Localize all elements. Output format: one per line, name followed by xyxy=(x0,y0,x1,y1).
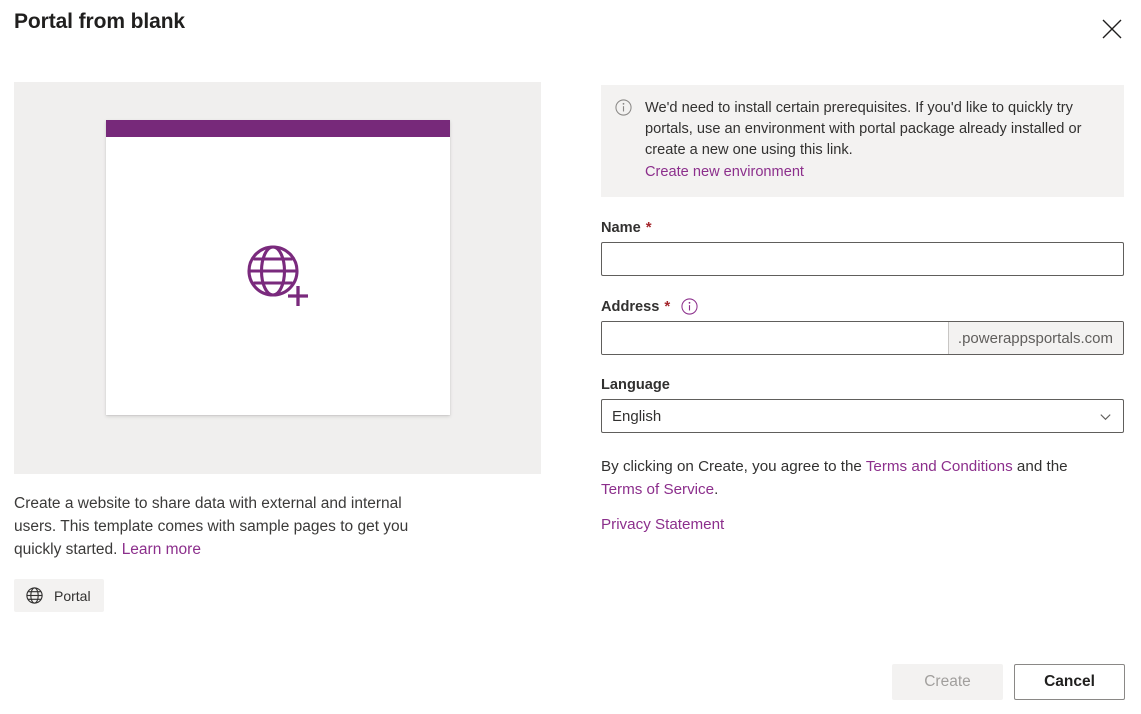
preview-card-body xyxy=(106,137,450,415)
name-label: Name xyxy=(601,219,641,236)
language-dropdown[interactable]: English xyxy=(601,399,1124,433)
info-banner-text-wrap: We'd need to install certain prerequisit… xyxy=(645,98,1108,183)
cancel-button[interactable]: Cancel xyxy=(1014,664,1125,700)
close-button[interactable] xyxy=(1095,12,1129,46)
address-label: Address xyxy=(601,298,660,315)
address-info-icon[interactable] xyxy=(681,298,698,315)
preview-area xyxy=(14,82,541,474)
address-input-group: .powerappsportals.com xyxy=(601,321,1124,355)
terms-suffix: . xyxy=(714,481,719,498)
page-title: Portal from blank xyxy=(14,10,185,33)
info-circle-icon xyxy=(615,98,632,183)
template-tag-portal[interactable]: Portal xyxy=(14,579,104,612)
template-description-text: Create a website to share data with exte… xyxy=(14,495,409,558)
learn-more-link[interactable]: Learn more xyxy=(122,541,201,558)
close-icon xyxy=(1101,18,1123,40)
info-banner-message: We'd need to install certain prerequisit… xyxy=(645,100,1082,158)
address-required-asterisk: * xyxy=(664,298,671,315)
name-label-row: Name * xyxy=(601,219,1124,236)
preview-card xyxy=(106,120,450,415)
template-description: Create a website to share data with exte… xyxy=(14,492,434,561)
language-label: Language xyxy=(601,377,670,393)
address-label-row: Address * xyxy=(601,298,1124,315)
terms-text: By clicking on Create, you agree to the … xyxy=(601,455,1101,501)
name-required-asterisk: * xyxy=(645,219,652,236)
create-new-environment-link[interactable]: Create new environment xyxy=(645,162,1108,183)
address-suffix: .powerappsportals.com xyxy=(947,322,1123,354)
info-banner: We'd need to install certain prerequisit… xyxy=(601,85,1124,197)
language-selected-value: English xyxy=(612,407,662,425)
terms-and-conditions-link[interactable]: Terms and Conditions xyxy=(866,458,1013,475)
terms-of-service-link[interactable]: Terms of Service xyxy=(601,481,714,498)
field-language: Language English xyxy=(601,377,1124,433)
template-tag-label: Portal xyxy=(54,587,91,604)
field-address: Address * .powerappsportals.com xyxy=(601,298,1124,355)
template-preview-pane: Create a website to share data with exte… xyxy=(14,82,541,612)
address-input[interactable] xyxy=(602,322,948,354)
globe-icon xyxy=(25,586,44,605)
create-portal-form: We'd need to install certain prerequisit… xyxy=(601,85,1124,534)
globe-plus-icon xyxy=(241,239,315,313)
chevron-down-icon xyxy=(1098,409,1113,424)
preview-card-topbar xyxy=(106,120,450,137)
privacy-statement-link[interactable]: Privacy Statement xyxy=(601,516,724,533)
terms-prefix: By clicking on Create, you agree to the xyxy=(601,458,866,475)
field-name: Name * xyxy=(601,219,1124,276)
language-label-row: Language xyxy=(601,377,1124,393)
terms-middle: and the xyxy=(1012,458,1068,475)
create-button[interactable]: Create xyxy=(892,664,1003,700)
footer-actions: Create Cancel xyxy=(892,664,1125,700)
name-input[interactable] xyxy=(601,242,1124,276)
